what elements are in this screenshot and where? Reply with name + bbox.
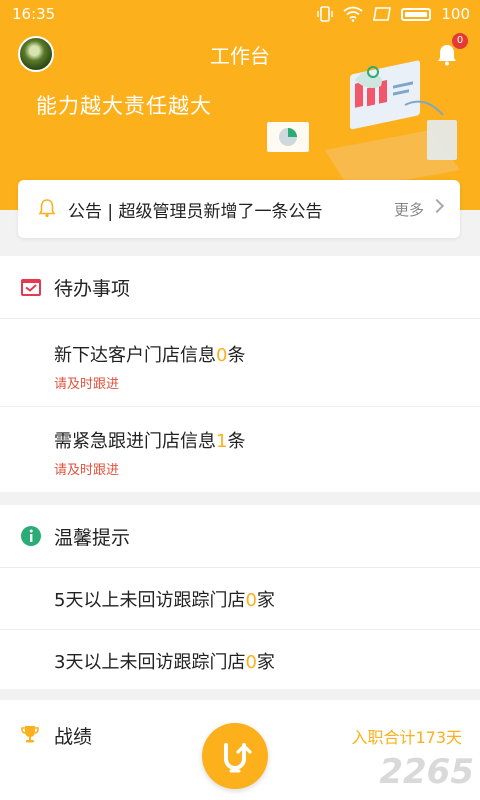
- todo-item-hint: 请及时跟进: [54, 377, 120, 392]
- tips-title: 温馨提示: [54, 527, 131, 549]
- performance-title: 战绩: [54, 726, 93, 748]
- slogan: 能力越大责任越大: [36, 94, 212, 118]
- notice-bell-icon: [38, 199, 56, 218]
- todo-item-count: 1: [216, 431, 228, 452]
- todo-item[interactable]: 需紧急跟进门店信息1条 请及时跟进: [0, 407, 480, 493]
- tips-item[interactable]: 3天以上未回访跟踪门店0家: [0, 630, 480, 690]
- todo-title: 待办事项: [54, 278, 131, 300]
- notice-card[interactable]: 公告 | 超级管理员新增了一条公告 更多: [18, 180, 460, 238]
- vibrate-icon: [317, 6, 334, 22]
- tips-item-unit: 家: [256, 652, 275, 673]
- status-time: 16:35: [12, 5, 56, 23]
- tips-item-text: 3天以上未回访跟踪门店0家: [54, 648, 275, 674]
- todo-item-label: 需紧急跟进门店信息: [54, 431, 216, 452]
- refresh-icon: [224, 743, 252, 773]
- tips-item-count: 0: [245, 652, 257, 673]
- tips-item-count: 0: [245, 590, 257, 611]
- signal-icon: [373, 7, 392, 21]
- status-icons: 100: [317, 5, 470, 23]
- todo-item-unit: 条: [227, 431, 246, 452]
- refresh-button[interactable]: [202, 723, 268, 789]
- join-days: 入职合计173天: [351, 728, 462, 747]
- wifi-icon: [343, 6, 363, 22]
- todo-item-text: 需紧急跟进门店信息1条: [54, 427, 245, 453]
- todo-item-text: 新下达客户门店信息0条: [54, 341, 245, 367]
- tips-item-label: 5天以上未回访跟踪门店: [54, 590, 246, 611]
- tips-header: 温馨提示: [0, 505, 480, 568]
- todo-item-unit: 条: [227, 345, 246, 366]
- todo-item-label: 新下达客户门店信息: [54, 345, 216, 366]
- dashboard-illustration: [267, 60, 460, 190]
- watermark-logo: 2265: [379, 752, 474, 792]
- battery-icon: [401, 7, 432, 21]
- todo-section: 待办事项 新下达客户门店信息0条 请及时跟进 需紧急跟进门店信息1条 请及时跟进: [0, 256, 480, 492]
- status-bar: 16:35 100: [0, 0, 480, 28]
- tips-item-unit: 家: [256, 590, 275, 611]
- todo-item-hint: 请及时跟进: [54, 463, 120, 478]
- tips-item-text: 5天以上未回访跟踪门店0家: [54, 586, 275, 612]
- notice-text: 公告 | 超级管理员新增了一条公告: [68, 202, 323, 222]
- notice-more-link[interactable]: 更多: [394, 199, 424, 220]
- tips-section: 温馨提示 5天以上未回访跟踪门店0家 3天以上未回访跟踪门店0家: [0, 505, 480, 689]
- todo-header: 待办事项: [0, 256, 480, 319]
- tips-item[interactable]: 5天以上未回访跟踪门店0家: [0, 568, 480, 630]
- todo-item-count: 0: [216, 345, 228, 366]
- info-icon: [21, 526, 41, 546]
- chevron-right-icon: [429, 198, 445, 214]
- notification-badge: 0: [452, 33, 468, 49]
- calendar-check-icon: [21, 279, 41, 296]
- trophy-icon: [21, 726, 39, 743]
- tips-item-label: 3天以上未回访跟踪门店: [54, 652, 246, 673]
- battery-level: 100: [441, 5, 470, 23]
- todo-item[interactable]: 新下达客户门店信息0条 请及时跟进: [0, 319, 480, 407]
